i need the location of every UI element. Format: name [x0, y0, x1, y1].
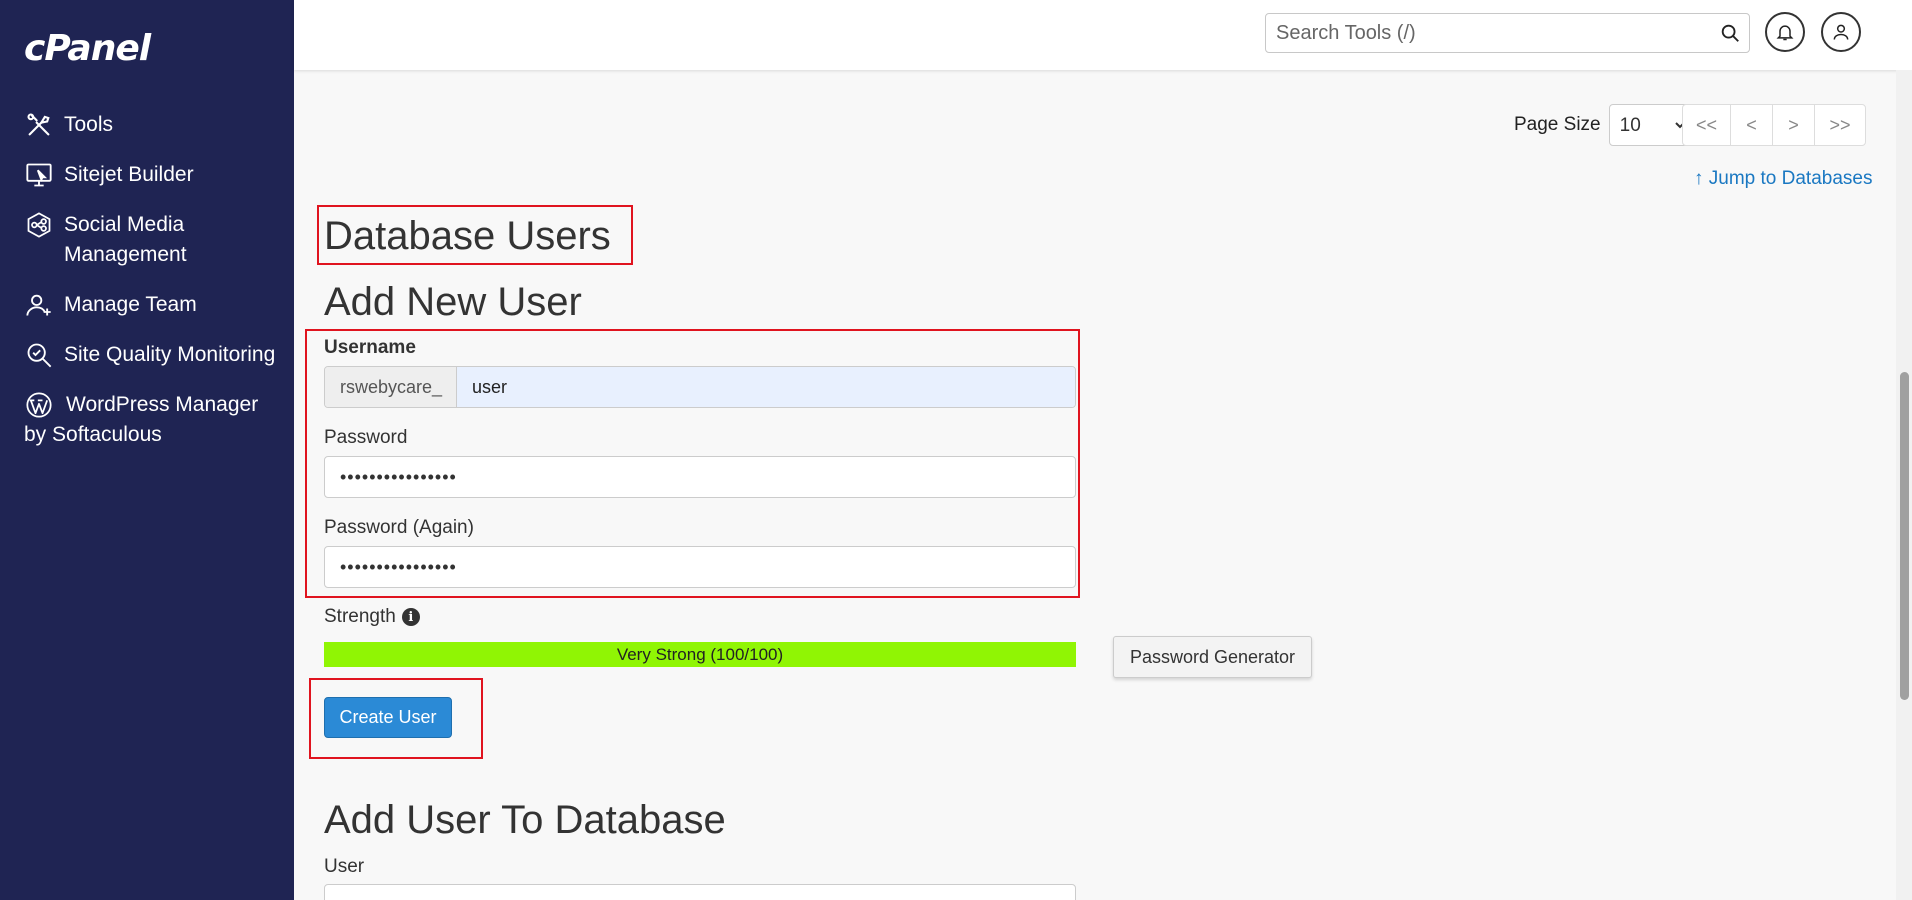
- cpanel-logo[interactable]: cPanel: [24, 28, 151, 69]
- arrow-up-icon: ↑: [1694, 168, 1704, 189]
- next-page-button[interactable]: >: [1773, 105, 1815, 145]
- search-icon[interactable]: [1719, 22, 1741, 44]
- create-user-button[interactable]: Create User: [324, 697, 452, 738]
- user-add-icon: [24, 290, 54, 320]
- info-icon[interactable]: i: [401, 608, 420, 626]
- password-label: Password: [324, 427, 408, 448]
- search-input[interactable]: [1266, 14, 1706, 52]
- sidebar-item-label: Manage Team: [64, 293, 197, 316]
- page-size-label: Page Size: [1514, 114, 1601, 135]
- last-page-button[interactable]: >>: [1815, 105, 1865, 145]
- user-label: User: [324, 856, 365, 877]
- section-title: Database Users: [324, 214, 611, 258]
- add-user-to-database-title: Add User To Database: [324, 798, 726, 842]
- password-again-label: Password (Again): [324, 517, 474, 538]
- jump-to-databases-link[interactable]: ↑ Jump to Databases: [1694, 168, 1872, 190]
- magnifier-check-icon: [24, 340, 54, 370]
- user-select[interactable]: [324, 884, 1076, 900]
- sidebar-item-site-quality[interactable]: Site Quality Monitoring: [24, 340, 284, 370]
- sidebar-item-tools[interactable]: Tools: [24, 110, 284, 140]
- sidebar: cPanel Tools Sitejet Builder Social Medi…: [0, 0, 294, 900]
- sidebar-item-manage-team[interactable]: Manage Team: [24, 290, 284, 320]
- sidebar-item-wordpress[interactable]: WordPress Manager by Softaculous: [24, 390, 284, 450]
- strength-label: Strength i: [324, 606, 420, 628]
- username-prefix: rswebycare_: [325, 367, 457, 407]
- username-input[interactable]: [457, 367, 1075, 407]
- sidebar-nav: Tools Sitejet Builder Social Media Manag…: [24, 110, 284, 470]
- prev-page-button[interactable]: <: [1731, 105, 1773, 145]
- tools-icon: [24, 110, 54, 140]
- password-input[interactable]: [324, 456, 1076, 498]
- password-again-input[interactable]: [324, 546, 1076, 588]
- add-user-title: Add New User: [324, 280, 582, 324]
- first-page-button[interactable]: <<: [1683, 105, 1731, 145]
- monitor-icon: [24, 160, 54, 190]
- sidebar-item-label: Social Media Management: [64, 213, 187, 266]
- pager: << < > >>: [1682, 104, 1866, 146]
- sidebar-item-label: Tools: [64, 113, 114, 136]
- user-icon: [1833, 24, 1849, 40]
- scrollbar-thumb[interactable]: [1900, 372, 1909, 700]
- wordpress-icon: [24, 390, 54, 420]
- page-size-control: Page Size 10: [1514, 104, 1689, 146]
- top-header: [294, 0, 1912, 70]
- strength-text: Very Strong (100/100): [616, 644, 784, 664]
- sidebar-item-label: WordPress Manager by Softaculous: [24, 393, 259, 446]
- sidebar-item-label: Site Quality Monitoring: [64, 343, 276, 366]
- username-label: Username: [324, 337, 416, 358]
- notifications-button[interactable]: [1765, 12, 1805, 52]
- network-icon: [24, 210, 54, 240]
- bell-icon: [1776, 25, 1794, 41]
- sidebar-item-social-media[interactable]: Social Media Management: [24, 210, 284, 270]
- username-field-group: rswebycare_: [324, 366, 1076, 408]
- user-menu-button[interactable]: [1821, 12, 1861, 52]
- sidebar-item-label: Sitejet Builder: [64, 163, 194, 186]
- page-size-select[interactable]: 10: [1608, 104, 1689, 146]
- sidebar-item-sitejet[interactable]: Sitejet Builder: [24, 160, 284, 190]
- search-box: [1265, 13, 1750, 53]
- strength-meter: Very Strong (100/100): [324, 642, 1076, 667]
- password-generator-button[interactable]: Password Generator: [1113, 636, 1312, 678]
